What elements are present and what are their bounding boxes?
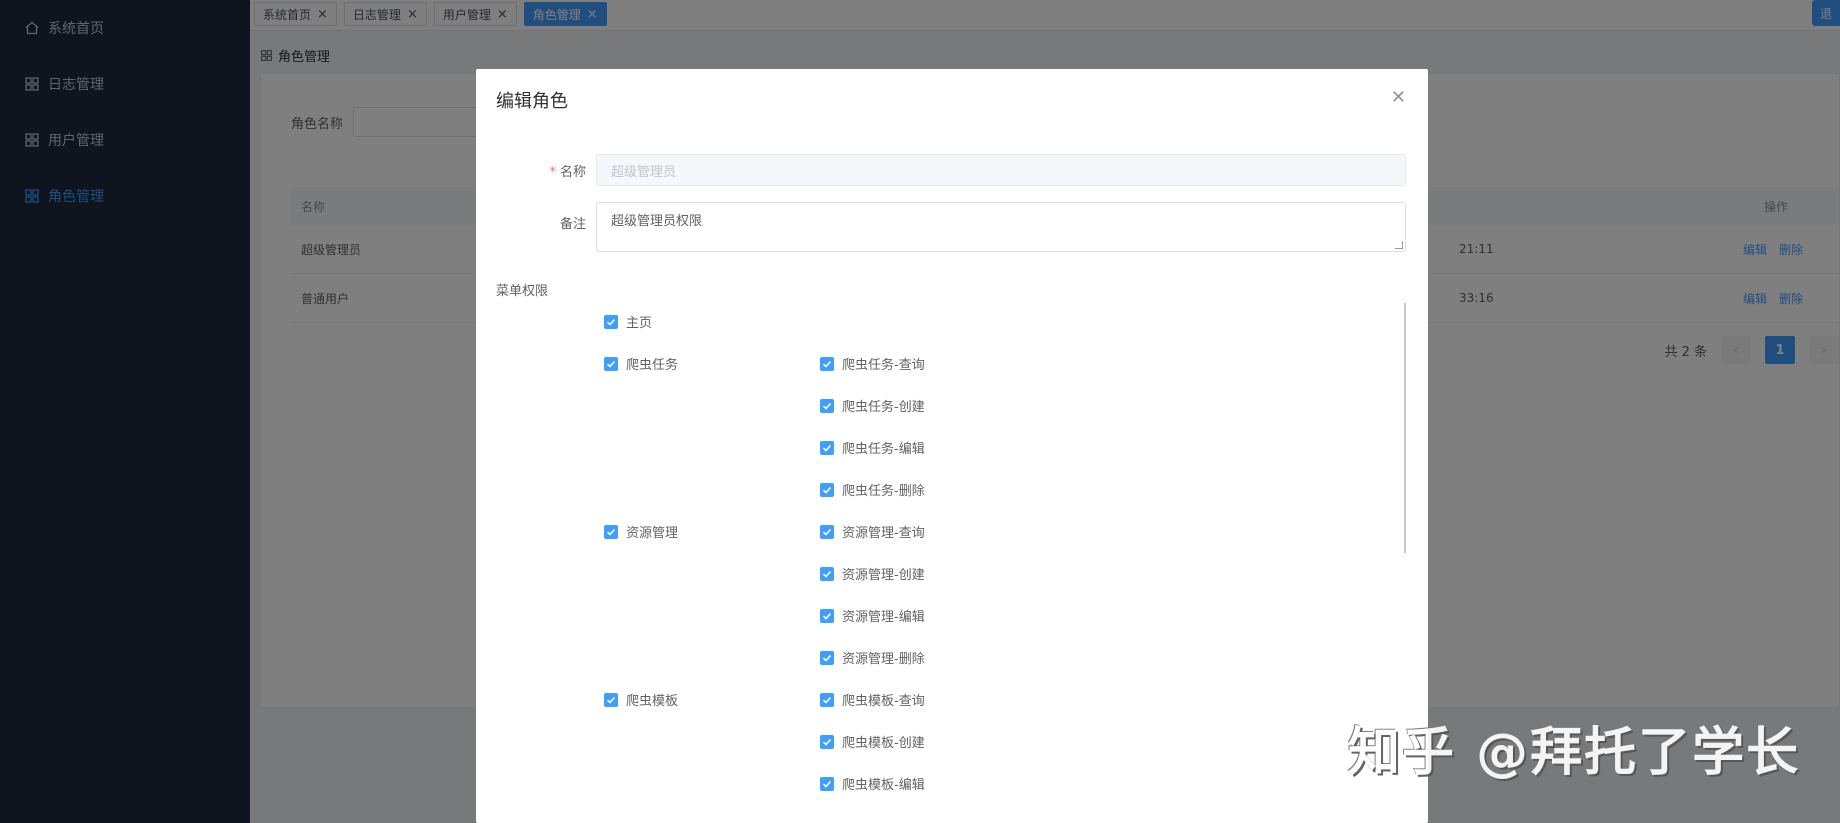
remark-label: 备注 bbox=[559, 217, 586, 232]
permission-label: 爬虫模板-创建 bbox=[842, 736, 925, 751]
permission-label: 爬虫任务 bbox=[626, 358, 679, 373]
checkbox-checked-icon bbox=[820, 734, 834, 749]
permission-label: 主页 bbox=[626, 316, 653, 331]
remark-text: 超级管理员权限 bbox=[611, 214, 703, 229]
role-name-field[interactable]: 超级管理员 bbox=[596, 154, 1406, 186]
checkbox-checked-icon bbox=[820, 482, 834, 497]
permission-label: 爬虫任务-创建 bbox=[842, 400, 925, 415]
resize-handle[interactable] bbox=[1395, 241, 1403, 249]
name-label: * 名称 bbox=[496, 161, 586, 180]
checkbox-checked-icon bbox=[604, 692, 618, 707]
permission-child-checkbox[interactable]: 爬虫任务-查询 bbox=[820, 354, 925, 373]
name-label-text: 名称 bbox=[559, 165, 586, 180]
watermark: 知乎 @拜托了学长 bbox=[1348, 723, 1801, 783]
permission-label: 资源管理-查询 bbox=[842, 526, 925, 541]
permission-tree: 主页 爬虫任务 爬虫任务-查询 爬虫任务-创建 爬虫任务-编辑 爬虫任务-删除 资源管理 资源… bbox=[476, 303, 1406, 823]
permission-checkbox[interactable]: 爬虫模板 bbox=[604, 690, 678, 709]
close-icon[interactable]: ✕ bbox=[1391, 87, 1406, 108]
permission-child-checkbox[interactable]: 资源管理-删除 bbox=[820, 648, 925, 667]
permission-child-checkbox[interactable]: 资源管理-编辑 bbox=[820, 606, 925, 625]
remark-textarea[interactable]: 超级管理员权限 bbox=[596, 202, 1406, 252]
permission-child-checkbox[interactable]: 爬虫任务-创建 bbox=[820, 396, 925, 415]
permission-child-checkbox[interactable]: 爬虫任务-删除 bbox=[820, 480, 925, 499]
checkbox-checked-icon bbox=[820, 398, 834, 413]
permission-label: 资源管理-删除 bbox=[842, 652, 925, 667]
permission-label: 爬虫任务-删除 bbox=[842, 484, 925, 499]
edit-role-dialog: 编辑角色 ✕ * 名称 超级管理员 备注 超级管理员权限 菜单权限 主页 爬虫任务爬… bbox=[476, 69, 1428, 823]
checkbox-checked-icon bbox=[820, 608, 834, 623]
dialog-title: 编辑角色 bbox=[496, 91, 568, 112]
checkbox-checked-icon bbox=[820, 650, 834, 665]
permission-label: 爬虫模板 bbox=[626, 694, 679, 709]
permission-child-checkbox[interactable]: 资源管理-查询 bbox=[820, 522, 925, 541]
permission-label: 爬虫任务-编辑 bbox=[842, 442, 925, 457]
permission-label: 爬虫任务-查询 bbox=[842, 358, 925, 373]
permission-child-checkbox[interactable]: 资源管理-创建 bbox=[820, 564, 925, 583]
permission-label: 资源管理-创建 bbox=[842, 568, 925, 583]
permission-child-checkbox[interactable]: 爬虫模板-编辑 bbox=[820, 774, 925, 793]
permission-child-checkbox[interactable]: 爬虫模板-创建 bbox=[820, 732, 925, 751]
perm-label: 菜单权限 bbox=[496, 284, 549, 299]
checkbox-checked-icon bbox=[820, 692, 834, 707]
permission-checkbox[interactable]: 主页 bbox=[604, 312, 652, 331]
permission-checkbox[interactable]: 资源管理 bbox=[604, 522, 678, 541]
scrollbar[interactable] bbox=[1404, 303, 1406, 553]
permission-label: 资源管理 bbox=[626, 526, 679, 541]
permission-child-checkbox[interactable]: 爬虫任务-编辑 bbox=[820, 438, 925, 457]
permission-label: 爬虫模板-查询 bbox=[842, 694, 925, 709]
permission-label: 爬虫模板-编辑 bbox=[842, 778, 925, 793]
checkbox-checked-icon bbox=[604, 356, 618, 371]
permission-label: 资源管理-编辑 bbox=[842, 610, 925, 625]
checkbox-checked-icon bbox=[820, 356, 834, 371]
permission-checkbox[interactable]: 爬虫任务 bbox=[604, 354, 678, 373]
checkbox-checked-icon bbox=[820, 776, 834, 791]
checkbox-checked-icon bbox=[604, 524, 618, 539]
permission-child-checkbox[interactable]: 爬虫模板-查询 bbox=[820, 690, 925, 709]
checkbox-checked-icon bbox=[820, 440, 834, 455]
required-asterisk: * bbox=[549, 165, 556, 180]
checkbox-checked-icon bbox=[604, 314, 618, 329]
checkbox-checked-icon bbox=[820, 566, 834, 581]
checkbox-checked-icon bbox=[820, 524, 834, 539]
